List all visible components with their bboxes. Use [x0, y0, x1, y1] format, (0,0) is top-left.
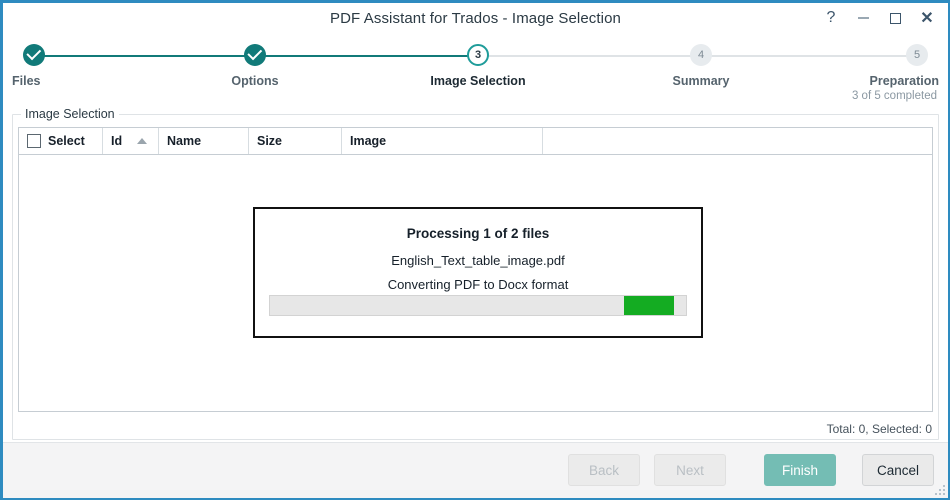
step-node-2: [244, 44, 266, 66]
column-header-name-label: Name: [167, 134, 202, 148]
column-header-select[interactable]: Select: [19, 128, 103, 154]
finish-button[interactable]: Finish: [764, 454, 836, 486]
dialog-footer: Back Next Finish Cancel: [3, 442, 948, 498]
processing-dialog: Processing 1 of 2 files English_Text_tab…: [253, 207, 703, 338]
minimize-icon[interactable]: [850, 7, 876, 29]
next-button[interactable]: Next: [654, 454, 726, 486]
title-bar[interactable]: PDF Assistant for Trados - Image Selecti…: [3, 3, 948, 34]
step-node-1: [23, 44, 45, 66]
table-status-label: Total: 0, Selected: 0: [826, 422, 932, 436]
progress-bar-chunk: [623, 296, 674, 315]
maximize-glyph: [889, 12, 901, 24]
processing-dialog-title: Processing 1 of 2 files: [406, 226, 550, 241]
stepper-step-options[interactable]: Options: [180, 37, 330, 88]
step-node-5: 5: [906, 44, 928, 66]
stepper-step-files[interactable]: Files: [3, 37, 153, 88]
step-label-4: Summary: [672, 74, 730, 88]
processing-status-text: Converting PDF to Docx format: [387, 277, 569, 292]
column-header-image[interactable]: Image: [342, 128, 543, 154]
column-header-size-label: Size: [257, 134, 283, 148]
stepper-step-summary[interactable]: 4 Summary: [626, 37, 776, 88]
column-header-select-label: Select: [48, 134, 85, 148]
check-icon: [246, 45, 262, 61]
stepper-step-image-selection[interactable]: 3 Image Selection: [403, 37, 553, 88]
minimize-glyph: [857, 17, 869, 19]
progress-bar: [269, 295, 687, 316]
step-label-3: Image Selection: [430, 74, 526, 88]
resize-grip[interactable]: [932, 482, 945, 495]
steps-completed-status: 3 of 5 completed: [851, 90, 937, 102]
step-label-1: Files: [12, 74, 41, 88]
column-header-filler: [543, 128, 932, 154]
column-header-image-label: Image: [350, 134, 387, 148]
step-label-2: Options: [231, 74, 279, 88]
close-icon[interactable]: ✕: [914, 7, 940, 29]
help-icon[interactable]: ?: [818, 7, 844, 29]
back-button[interactable]: Back: [568, 454, 640, 486]
close-glyph: ✕: [920, 10, 934, 27]
column-header-name[interactable]: Name: [159, 128, 249, 154]
column-header-id[interactable]: Id: [103, 128, 159, 154]
window-title: PDF Assistant for Trados - Image Selecti…: [330, 10, 621, 27]
maximize-icon[interactable]: [882, 7, 908, 29]
processing-file-name: English_Text_table_image.pdf: [391, 253, 565, 268]
table-header-row: Select Id Name Size Image: [19, 128, 932, 155]
stepper-step-preparation[interactable]: 5 Preparation: [798, 37, 948, 88]
step-node-3: 3: [467, 44, 489, 66]
sort-ascending-icon: [137, 138, 147, 144]
step-label-5: Preparation: [869, 74, 939, 88]
check-icon: [25, 45, 41, 61]
cancel-button[interactable]: Cancel: [862, 454, 934, 486]
application-window: PDF Assistant for Trados - Image Selecti…: [0, 0, 950, 500]
step-node-4: 4: [690, 44, 712, 66]
help-glyph: ?: [826, 9, 836, 26]
column-header-id-label: Id: [111, 134, 123, 148]
column-header-size[interactable]: Size: [249, 128, 342, 154]
wizard-stepper: Files Options 3 Image Selection 4 Summar…: [3, 37, 948, 105]
select-all-checkbox[interactable]: [27, 134, 41, 148]
groupbox-title: Image Selection: [21, 107, 119, 121]
